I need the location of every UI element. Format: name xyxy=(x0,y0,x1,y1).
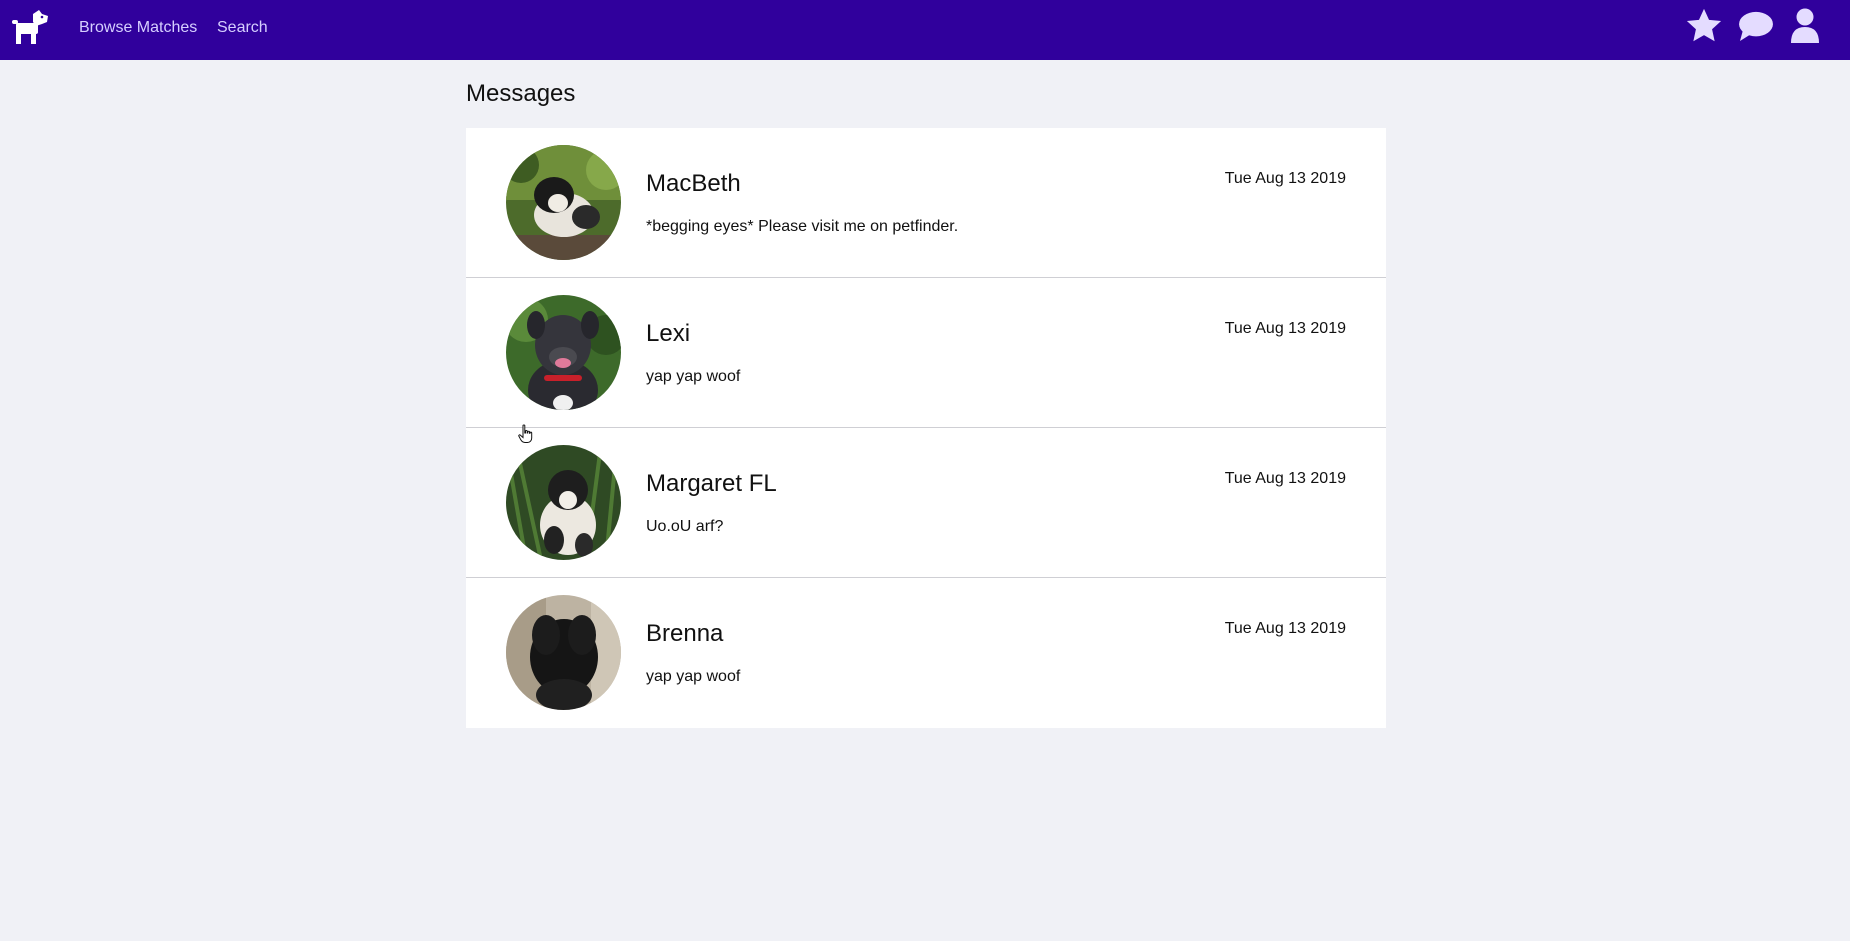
message-row[interactable]: Lexi yap yap woof Tue Aug 13 2019 xyxy=(466,278,1386,428)
hand-pointer-cursor-icon xyxy=(517,424,535,444)
message-date: Tue Aug 13 2019 xyxy=(1224,620,1346,637)
avatar xyxy=(506,295,621,410)
message-date: Tue Aug 13 2019 xyxy=(1224,320,1346,337)
avatar xyxy=(506,595,621,710)
message-preview: Uo.oU arf? xyxy=(646,518,724,535)
nav-link-search[interactable]: Search xyxy=(217,19,268,37)
message-preview: *begging eyes* Please visit me on petfin… xyxy=(646,218,959,235)
user-icon[interactable] xyxy=(1790,7,1820,50)
message-preview: yap yap woof xyxy=(646,368,741,385)
page-title: Messages xyxy=(466,80,576,107)
message-sender-name: Margaret FL xyxy=(646,470,777,497)
message-row[interactable]: Margaret FL Uo.oU arf? Tue Aug 13 2019 xyxy=(466,428,1386,578)
message-list: MacBeth *begging eyes* Please visit me o… xyxy=(466,128,1386,728)
message-date: Tue Aug 13 2019 xyxy=(1224,170,1346,187)
message-row[interactable]: Brenna yap yap woof Tue Aug 13 2019 xyxy=(466,578,1386,728)
nav-link-browse-matches[interactable]: Browse Matches xyxy=(79,19,197,37)
avatar xyxy=(506,145,621,260)
message-sender-name: Lexi xyxy=(646,320,691,347)
message-sender-name: MacBeth xyxy=(646,170,741,197)
dog-logo-icon[interactable] xyxy=(12,8,50,46)
message-preview: yap yap woof xyxy=(646,668,741,685)
message-row[interactable]: MacBeth *begging eyes* Please visit me o… xyxy=(466,128,1386,278)
star-icon[interactable] xyxy=(1685,7,1723,50)
top-navbar: Browse Matches Search xyxy=(0,0,1850,60)
message-date: Tue Aug 13 2019 xyxy=(1224,470,1346,487)
avatar xyxy=(506,445,621,560)
message-sender-name: Brenna xyxy=(646,620,724,647)
chat-bubble-icon[interactable] xyxy=(1737,10,1775,47)
